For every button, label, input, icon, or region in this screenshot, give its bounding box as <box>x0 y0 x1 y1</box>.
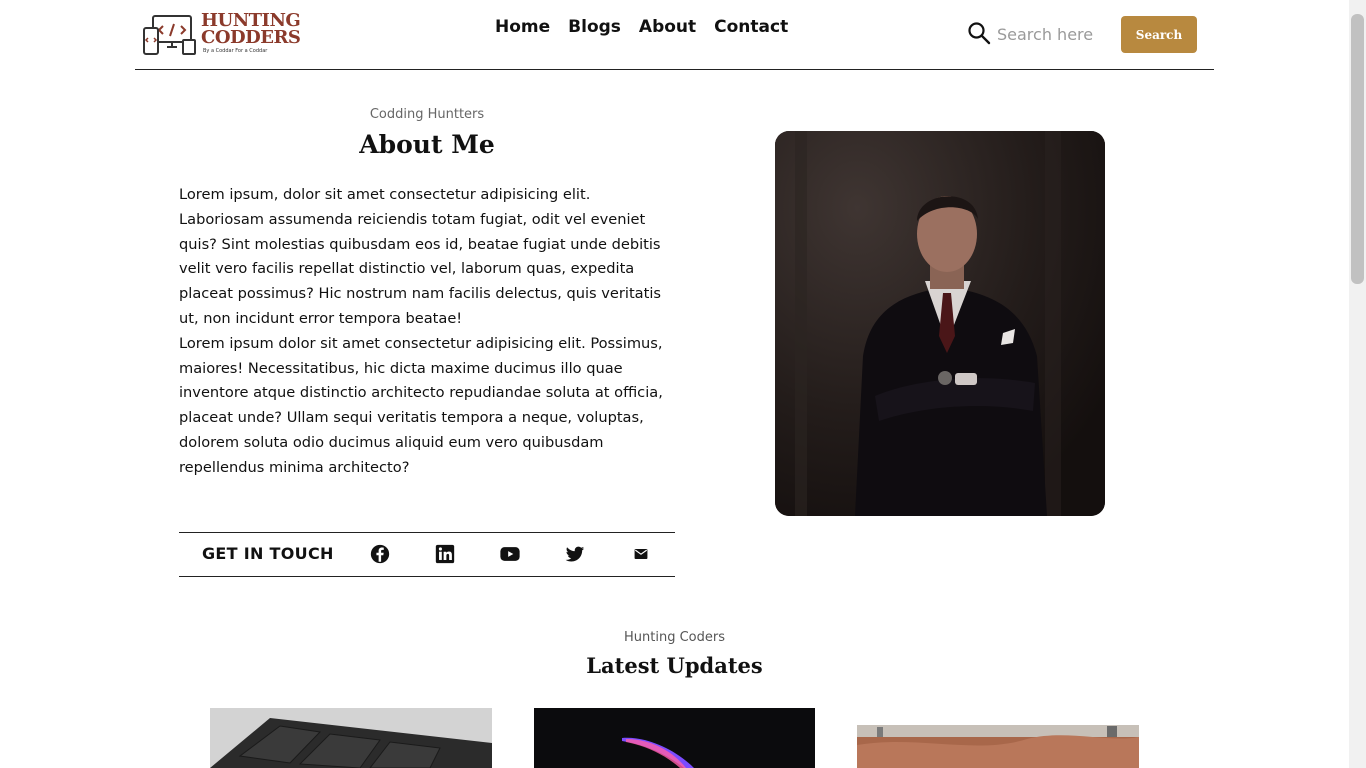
abstract-light-photo <box>534 708 815 768</box>
twitter-icon[interactable] <box>564 543 586 565</box>
logo-title: HUNTING CODDERS <box>201 10 301 48</box>
nav-about-link[interactable]: About <box>639 17 696 37</box>
page-scrollbar[interactable] <box>1349 0 1366 768</box>
scrollbar-thumb[interactable] <box>1351 14 1364 284</box>
update-card-image[interactable] <box>210 708 492 768</box>
updates-eyebrow: Hunting Coders <box>624 630 725 645</box>
nav-blogs-link[interactable]: Blogs <box>568 17 621 37</box>
keyboard-photo <box>210 708 492 768</box>
search-input[interactable] <box>997 20 1107 48</box>
update-card-image[interactable] <box>534 708 815 768</box>
nav-contact-link[interactable]: Contact <box>714 17 788 37</box>
portrait-photo <box>775 131 1105 516</box>
update-card-image[interactable] <box>857 725 1139 768</box>
search-button[interactable]: Search <box>1121 16 1197 53</box>
about-eyebrow: Codding Huntters <box>369 107 485 122</box>
about-paragraph: Lorem ipsum, dolor sit amet consectetur … <box>179 186 662 327</box>
nav-home-link[interactable]: Home <box>495 17 550 37</box>
about-title: About Me <box>359 130 495 159</box>
search-icon[interactable] <box>967 21 991 45</box>
logo-tagline: By a Coddar For a Coddar <box>203 48 268 54</box>
facebook-icon[interactable] <box>369 543 391 565</box>
linkedin-icon[interactable] <box>434 543 456 565</box>
site-header: HUNTING CODDERS By a Coddar For a Coddar… <box>135 0 1214 70</box>
about-text: Lorem ipsum, dolor sit amet consectetur … <box>179 183 675 481</box>
about-portrait-image <box>775 131 1105 516</box>
desert-site-photo <box>857 725 1139 768</box>
get-in-touch-bar: GET IN TOUCH <box>179 532 675 577</box>
mail-icon[interactable] <box>630 543 652 565</box>
logo-computer-icon <box>143 15 196 55</box>
youtube-icon[interactable] <box>499 543 521 565</box>
about-paragraph: Lorem ipsum dolor sit amet consectetur a… <box>179 334 663 476</box>
updates-title: Latest Updates <box>586 653 763 678</box>
site-logo[interactable]: HUNTING CODDERS By a Coddar For a Coddar <box>143 12 313 58</box>
main-nav: Home Blogs About Contact <box>495 17 788 37</box>
get-in-touch-label: GET IN TOUCH <box>202 544 334 563</box>
